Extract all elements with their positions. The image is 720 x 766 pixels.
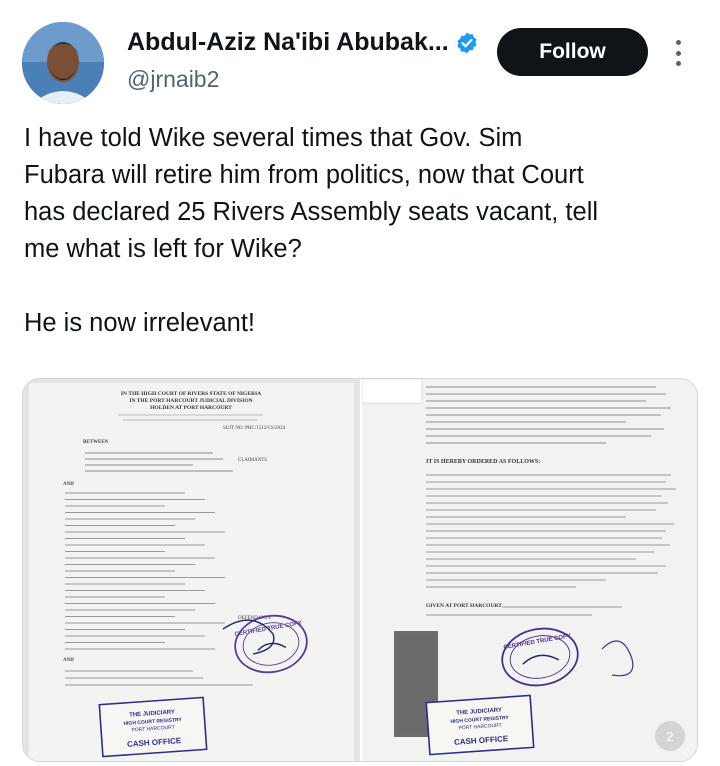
- court-document-photo-2[interactable]: IT IS HEREBY ORDERED AS FOLLOWS: GIVEN A…: [362, 379, 698, 762]
- verified-badge-icon: [457, 32, 477, 53]
- between-label: BETWEEN: [83, 440, 109, 445]
- court-document-photo-1[interactable]: IN THE HIGH COURT OF RIVERS STATE OF NIG…: [23, 379, 360, 762]
- suit-number: SUIT NO: PHC/1512/CS/2024: [223, 426, 286, 431]
- cash-office-seal: THE JUDICIARY HIGH COURT REGISTRY PORT H…: [98, 696, 208, 758]
- more-vertical-icon[interactable]: [668, 36, 688, 70]
- court-header-line-1: IN THE HIGH COURT OF RIVERS STATE OF NIG…: [121, 391, 261, 397]
- order-heading: IT IS HEREBY ORDERED AS FOLLOWS:: [426, 459, 540, 465]
- tweet-line: I have told Wike several times that Gov.…: [24, 124, 523, 152]
- media-counter: 2: [655, 721, 685, 751]
- media-gallery[interactable]: IN THE HIGH COURT OF RIVERS STATE OF NIG…: [22, 378, 698, 762]
- author-handle[interactable]: @jrnaib2: [127, 66, 219, 93]
- svg-text:AND: AND: [63, 658, 74, 663]
- author-display-name[interactable]: Abdul-Aziz Na'ibi Abubak...: [127, 28, 449, 57]
- and-label: AND: [63, 482, 74, 487]
- tweet-line: Fubara will retire him from politics, no…: [24, 161, 584, 189]
- tweet-text: I have told Wike several times that Gov.…: [24, 120, 704, 342]
- tweet-line: me what is left for Wike?: [24, 235, 302, 263]
- tweet-header: Abdul-Aziz Na'ibi Abubak... @jrnaib2 Fol…: [0, 0, 720, 110]
- author-name-row[interactable]: Abdul-Aziz Na'ibi Abubak...: [127, 28, 479, 57]
- more-dot: [675, 40, 681, 45]
- claimants-label: CLAIMANTS: [238, 458, 267, 463]
- court-header-line-2: IN THE PORT HARCOURT JUDICIAL DIVISION: [129, 398, 252, 404]
- tweet-closing-line: He is now irrelevant!: [24, 309, 256, 337]
- cash-office-seal-2: THE JUDICIARY HIGH COURT REGISTRY PORT H…: [425, 694, 535, 756]
- follow-button[interactable]: Follow: [497, 28, 648, 76]
- profile-photo: [22, 22, 104, 104]
- avatar[interactable]: [22, 22, 104, 104]
- more-dot: [675, 50, 681, 56]
- court-header-line-3: HOLDEN AT PORT HARCOURT: [150, 405, 232, 411]
- tweet-line: has declared 25 Rivers Assembly seats va…: [24, 198, 599, 226]
- given-text: GIVEN AT PORT HARCOURT: [426, 603, 502, 609]
- more-dot: [675, 61, 681, 66]
